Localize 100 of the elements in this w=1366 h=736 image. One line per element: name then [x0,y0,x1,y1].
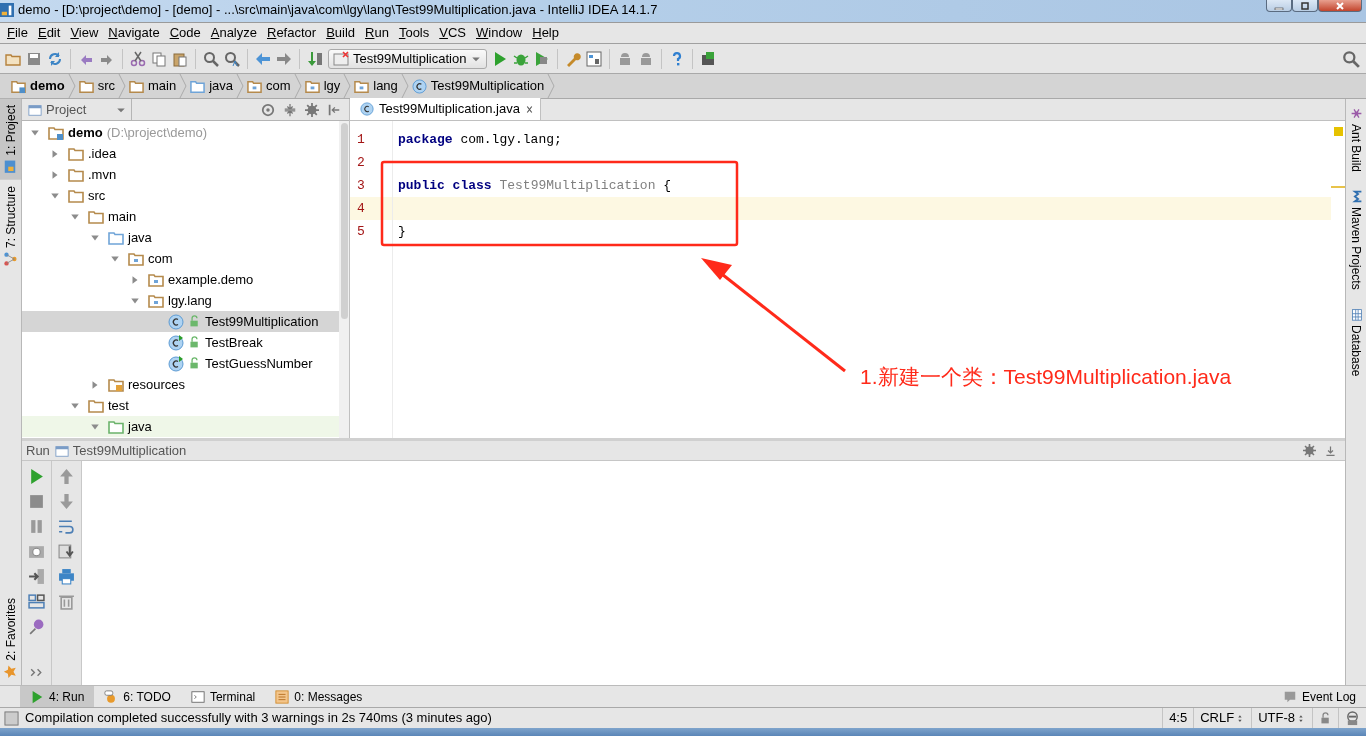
collapsed-arrow-icon[interactable] [50,169,60,180]
tree-item[interactable]: Test99Multiplication [22,311,339,332]
tree-item[interactable]: demo (D:\project\demo) [22,122,339,143]
menu-item[interactable]: VCS [434,23,471,43]
close-icon[interactable] [524,104,534,114]
collapse-all-icon[interactable] [283,102,297,117]
run-tab[interactable]: Test99Multiplication [54,440,187,461]
menu-item[interactable]: Navigate [103,23,165,43]
tree-item[interactable]: TestGuessNumber [22,353,339,374]
side-tab[interactable]: Maven Projects [1346,188,1366,292]
down-arrow-icon[interactable] [58,493,75,510]
menu-item[interactable]: Refactor [262,23,322,43]
inspector-icon[interactable] [1345,710,1360,726]
event-log-tab[interactable]: Event Log [1272,686,1366,707]
tree-item[interactable]: .idea [22,143,339,164]
menu-item[interactable]: Edit [32,23,66,43]
collapsed-arrow-icon[interactable] [130,274,140,285]
search-icon[interactable] [1342,49,1360,68]
wrench-icon[interactable] [565,50,582,67]
tool-window-tab[interactable]: 4: Run [20,686,95,707]
warning-marker[interactable] [1333,127,1343,136]
trash-icon[interactable] [58,593,75,610]
code-line: public class Test99Multiplication { [397,177,673,195]
view-dropdown[interactable]: Project [22,98,132,121]
lock-icon[interactable] [1319,711,1332,725]
copy-icon[interactable] [151,50,167,67]
run-icon[interactable] [28,468,45,485]
tree-item[interactable]: example.demo [22,269,339,290]
camera-icon[interactable] [28,543,45,560]
replace-icon[interactable] [224,50,240,67]
sync-icon[interactable] [47,50,63,67]
minimize-button[interactable] [1266,0,1292,12]
breadcrumb-item[interactable]: src [75,76,118,96]
exit-icon[interactable] [28,568,45,585]
encoding-selector[interactable]: UTF-8 [1258,708,1295,728]
run-config-dropdown[interactable]: Test99Multiplication [328,48,488,69]
side-tab[interactable]: 7: Structure [0,179,21,272]
tree-item[interactable]: java [22,416,339,437]
collapsed-arrow-icon[interactable] [50,148,60,159]
status-icon[interactable] [4,710,19,726]
menu-item[interactable]: Build [321,23,361,43]
layout-icon[interactable] [28,593,45,610]
tree-item[interactable]: java [22,227,339,248]
breadcrumb-item[interactable]: com [244,76,294,96]
pause-icon[interactable] [28,518,45,535]
view-icon [28,102,42,117]
search-icon[interactable] [203,50,219,67]
maximize-button[interactable] [1292,0,1318,12]
breadcrumb-item[interactable]: java [187,76,237,96]
forward-icon[interactable] [276,50,292,67]
close-button[interactable] [1318,0,1362,12]
tool-window-tab[interactable]: Terminal [180,686,266,707]
tree-item[interactable]: main [22,206,339,227]
menu-item[interactable]: Analyze [205,23,262,43]
tree-item[interactable]: src [22,185,339,206]
paste-icon[interactable] [172,50,188,67]
tree-item[interactable]: .mvn [22,164,339,185]
breadcrumb-item[interactable]: lgy [301,76,344,96]
side-tab[interactable]: Ant Build [1346,105,1366,175]
sdk-icon[interactable] [700,50,717,67]
breadcrumb-item[interactable]: demo [8,76,68,96]
collapsed-arrow-icon[interactable] [90,379,100,390]
scroll-to-end-icon[interactable] [58,543,75,560]
breadcrumb-item[interactable]: main [126,76,180,96]
breadcrumb-item[interactable]: Test99Multiplication [408,76,548,96]
pin-icon[interactable] [28,618,45,635]
locate-icon[interactable] [261,102,275,117]
save-icon[interactable] [26,50,42,67]
breadcrumb-item[interactable]: lang [351,76,401,96]
settings-icon[interactable] [1303,444,1316,457]
tree-item[interactable]: com [22,248,339,269]
tree-item[interactable]: resources [22,374,339,395]
menu-item[interactable]: Help [527,23,564,43]
side-tab[interactable]: 1: Project [0,99,21,180]
minimize-icon[interactable] [1324,444,1337,457]
soft-wrap-icon[interactable] [58,518,75,535]
side-tab[interactable]: 2: Favorites [0,592,21,685]
build-icon[interactable] [307,50,323,67]
stop-icon[interactable] [28,493,45,510]
tool-window-tab[interactable]: 0: Messages [265,686,373,707]
scrollbar-thumb[interactable] [340,123,348,319]
project-structure-icon[interactable] [586,50,603,67]
menu-item[interactable]: View [65,23,104,43]
menu-item[interactable]: Tools [393,23,435,43]
settings-icon[interactable] [305,102,319,117]
side-tab[interactable]: Database [1346,305,1366,379]
cut-icon[interactable] [130,50,146,67]
tool-window-tab[interactable]: 6: TODO [94,686,181,707]
hide-icon[interactable] [327,102,341,117]
up-arrow-icon[interactable] [58,468,75,485]
print-icon[interactable] [58,568,75,585]
editor-tab[interactable]: Test99Multiplication.java [350,98,541,120]
tree-item[interactable]: test [22,395,339,416]
tree-item[interactable]: lgy.lang [22,290,339,311]
tree-item[interactable]: TestBreak [22,332,339,353]
menu-item[interactable]: File [2,23,33,43]
menu-item[interactable]: Window [471,23,528,43]
menu-item[interactable]: Run [360,23,394,43]
line-separator-selector[interactable]: CRLF [1200,708,1235,728]
menu-item[interactable]: Code [164,23,206,43]
